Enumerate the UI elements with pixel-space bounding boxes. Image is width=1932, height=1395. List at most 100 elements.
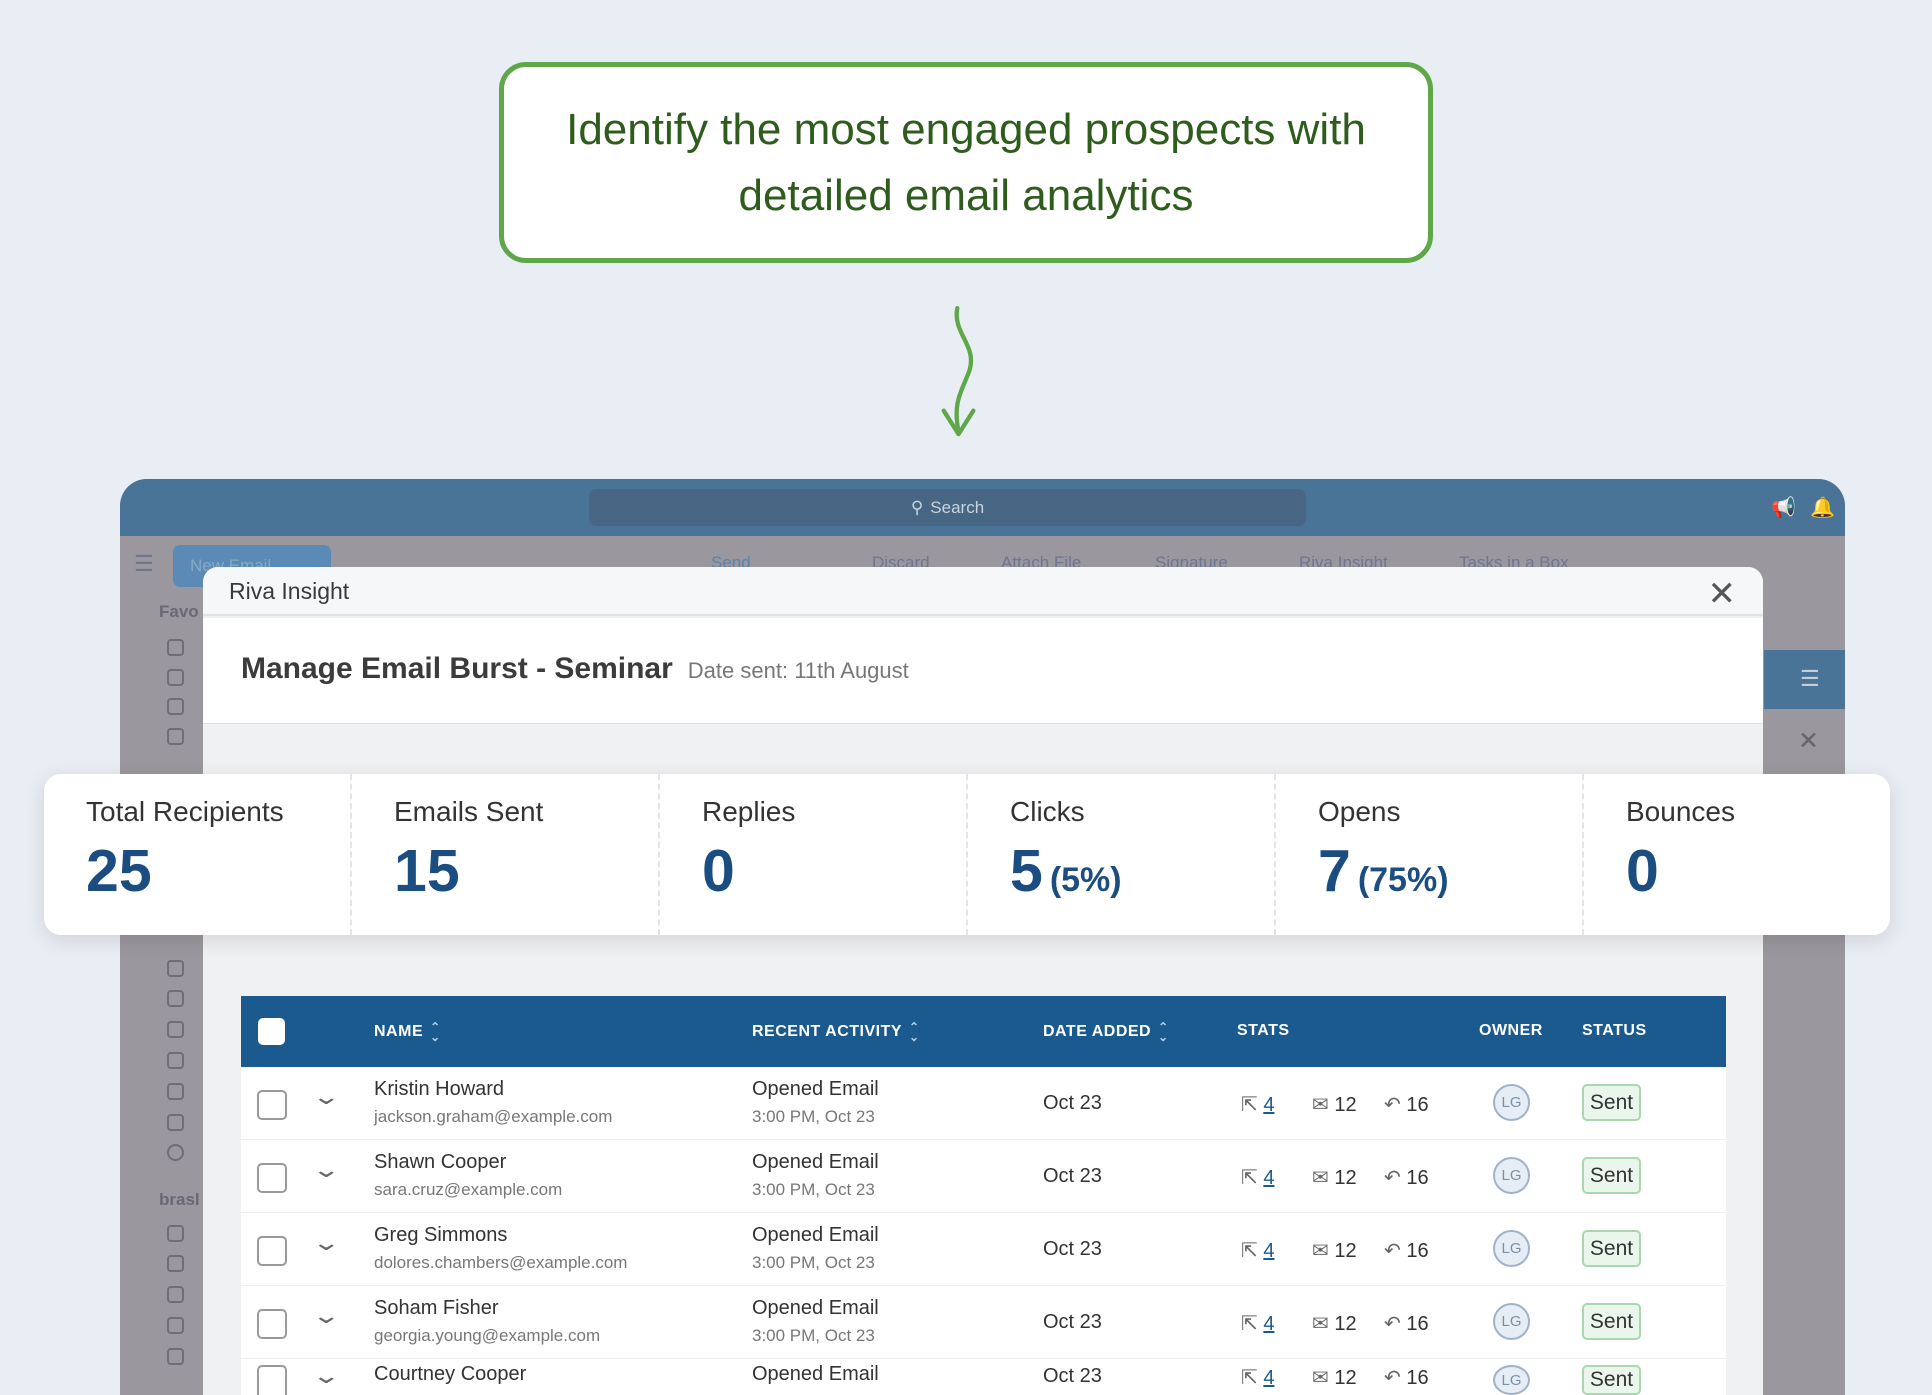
stats-card: Total Recipients 25 Emails Sent 15 Replies 0 C… xyxy=(44,774,1890,935)
row-checkbox[interactable] xyxy=(257,1163,287,1193)
drafts-icon[interactable] xyxy=(167,698,184,715)
chevron-down-icon[interactable]: ⌄ xyxy=(311,1084,341,1110)
recipients-table: NAME ⌃ ⌄ RECENT ACTIVITY ⌃ ⌄ DATE ADDED ⌃ ⌄ ST… xyxy=(241,996,1726,1395)
menu-icon[interactable]: ☰ xyxy=(134,551,154,577)
search-input[interactable]: ⚲ Search xyxy=(589,489,1306,526)
opens-count: 12 xyxy=(1334,1367,1357,1389)
status-badge: Sent xyxy=(1582,1230,1641,1267)
sent-icon[interactable] xyxy=(167,1021,184,1038)
stat-value: 0 xyxy=(1626,838,1659,904)
trash-icon[interactable] xyxy=(167,1348,184,1365)
row-checkbox[interactable] xyxy=(257,1365,287,1395)
callout-text: Identify the most engaged prospects with… xyxy=(566,104,1366,220)
recipient-name[interactable]: Shawn Cooper xyxy=(374,1151,562,1174)
drafts-icon[interactable] xyxy=(167,960,184,977)
callout-box: Identify the most engaged prospects with… xyxy=(499,62,1433,263)
envelope-open-icon: ✉ xyxy=(1312,1240,1329,1262)
modal-header: Riva Insight xyxy=(203,567,1763,616)
cursor-click-icon: ⇱ xyxy=(1241,1240,1258,1262)
chevron-down-icon[interactable]: ⌄ xyxy=(311,1303,341,1329)
close-icon[interactable]: ✕ xyxy=(1798,726,1819,756)
sidebar-favorites[interactable]: Favo xyxy=(159,602,199,622)
row-checkbox[interactable] xyxy=(257,1090,287,1120)
sort-icon[interactable]: ⌃ ⌄ xyxy=(430,1021,441,1043)
clicks-link[interactable]: 4 xyxy=(1263,1313,1274,1335)
status-badge: Sent xyxy=(1582,1365,1641,1395)
stat-value: 0 xyxy=(702,838,735,904)
row-checkbox[interactable] xyxy=(257,1309,287,1339)
header-activity[interactable]: RECENT ACTIVITY ⌃ ⌄ xyxy=(752,1021,920,1043)
squiggle-arrow-icon xyxy=(941,306,976,437)
date-added: Oct 23 xyxy=(1043,1165,1102,1187)
sent-icon[interactable] xyxy=(167,669,184,686)
inbox-icon[interactable] xyxy=(167,639,184,656)
activity: Opened Email xyxy=(752,1363,879,1385)
clicks-link[interactable]: 4 xyxy=(1263,1167,1274,1189)
contact-icon[interactable] xyxy=(167,728,184,745)
background-panel: ☰ ✕ xyxy=(1764,590,1845,1395)
menu-icon[interactable]: ☰ xyxy=(1800,666,1820,692)
close-icon[interactable]: ✕ xyxy=(1708,574,1737,614)
folder-icon[interactable] xyxy=(167,1114,184,1131)
table-row[interactable]: ⌄ Soham Fisher georgia.young@example.com … xyxy=(241,1286,1726,1359)
table-header: NAME ⌃ ⌄ RECENT ACTIVITY ⌃ ⌄ DATE ADDED ⌃ ⌄ ST… xyxy=(241,996,1726,1067)
bell-icon[interactable]: 🔔 xyxy=(1810,495,1835,520)
table-row[interactable]: ⌄ Courtney Cooper Opened Email Oct 23 ⇱ … xyxy=(241,1359,1726,1395)
search-placeholder: Search xyxy=(930,497,985,517)
table-row[interactable]: ⌄ Kristin Howard jackson.graham@example.c… xyxy=(241,1067,1726,1140)
drafts-icon[interactable] xyxy=(167,1255,184,1272)
status-badge: Sent xyxy=(1582,1157,1641,1194)
recipient-name[interactable]: Greg Simmons xyxy=(374,1224,627,1247)
activity-time: 3:00 PM, Oct 23 xyxy=(752,1107,875,1126)
replies-count: 16 xyxy=(1406,1240,1429,1262)
table-row[interactable]: ⌄ Greg Simmons dolores.chambers@example.c… xyxy=(241,1213,1726,1286)
owner-avatar: LG xyxy=(1493,1230,1530,1267)
clock-icon[interactable] xyxy=(167,1144,184,1161)
recipient-email: georgia.young@example.com xyxy=(374,1326,601,1345)
chevron-down-icon[interactable]: ⌄ xyxy=(311,1157,341,1183)
activity: Opened Email xyxy=(752,1224,879,1246)
sort-icon[interactable]: ⌃ ⌄ xyxy=(909,1021,920,1043)
replies-count: 16 xyxy=(1406,1313,1429,1335)
header-name[interactable]: NAME ⌃ ⌄ xyxy=(374,1021,441,1043)
envelope-open-icon: ✉ xyxy=(1312,1313,1329,1335)
activity-time: 3:00 PM, Oct 23 xyxy=(752,1326,875,1345)
stat-clicks: Clicks 5 (5%) xyxy=(968,774,1276,935)
stat-percent: (5%) xyxy=(1049,861,1122,899)
sidebar-group[interactable]: brasl xyxy=(159,1190,200,1210)
stat-bounces: Bounces 0 xyxy=(1584,774,1890,935)
stat-label: Total Recipients xyxy=(86,796,284,827)
envelope-open-icon: ✉ xyxy=(1312,1367,1329,1389)
chevron-down-icon[interactable]: ⌄ xyxy=(311,1363,341,1389)
row-checkbox[interactable] xyxy=(257,1236,287,1266)
recipient-name[interactable]: Soham Fisher xyxy=(374,1297,600,1320)
select-all-checkbox[interactable] xyxy=(258,1018,285,1045)
recipient-name[interactable]: Kristin Howard xyxy=(374,1078,612,1101)
clicks-link[interactable]: 4 xyxy=(1263,1367,1274,1389)
table-row[interactable]: ⌄ Shawn Cooper sara.cruz@example.com Open… xyxy=(241,1140,1726,1213)
cursor-click-icon: ⇱ xyxy=(1241,1313,1258,1335)
stat-percent: (75%) xyxy=(1357,861,1449,899)
header-owner: OWNER xyxy=(1479,1022,1543,1039)
recipient-name[interactable]: Courtney Cooper xyxy=(374,1363,526,1386)
stat-opens: Opens 7 (75%) xyxy=(1276,774,1584,935)
clicks-link[interactable]: 4 xyxy=(1263,1094,1274,1116)
stat-label: Opens xyxy=(1318,796,1401,827)
header-name-label: NAME xyxy=(374,1023,424,1041)
megaphone-icon[interactable]: 📢 xyxy=(1771,495,1796,520)
envelope-open-icon: ✉ xyxy=(1312,1167,1329,1189)
stat-label: Clicks xyxy=(1010,796,1085,827)
header-date[interactable]: DATE ADDED ⌃ ⌄ xyxy=(1043,1021,1169,1043)
sent-icon[interactable] xyxy=(167,1317,184,1334)
chevron-down-icon[interactable]: ⌄ xyxy=(311,1230,341,1256)
inbox-icon[interactable] xyxy=(167,1225,184,1242)
clicks-link[interactable]: 4 xyxy=(1263,1240,1274,1262)
sort-icon[interactable]: ⌃ ⌄ xyxy=(1158,1021,1169,1043)
folder-icon[interactable] xyxy=(167,1083,184,1100)
archive-icon[interactable] xyxy=(167,990,184,1007)
stat-value: 15 xyxy=(394,838,460,904)
archive-icon[interactable] xyxy=(167,1286,184,1303)
trash-icon[interactable] xyxy=(167,1052,184,1069)
top-bar: ⚲ Search 📢 🔔 xyxy=(120,479,1845,536)
activity: Opened Email xyxy=(752,1297,879,1319)
